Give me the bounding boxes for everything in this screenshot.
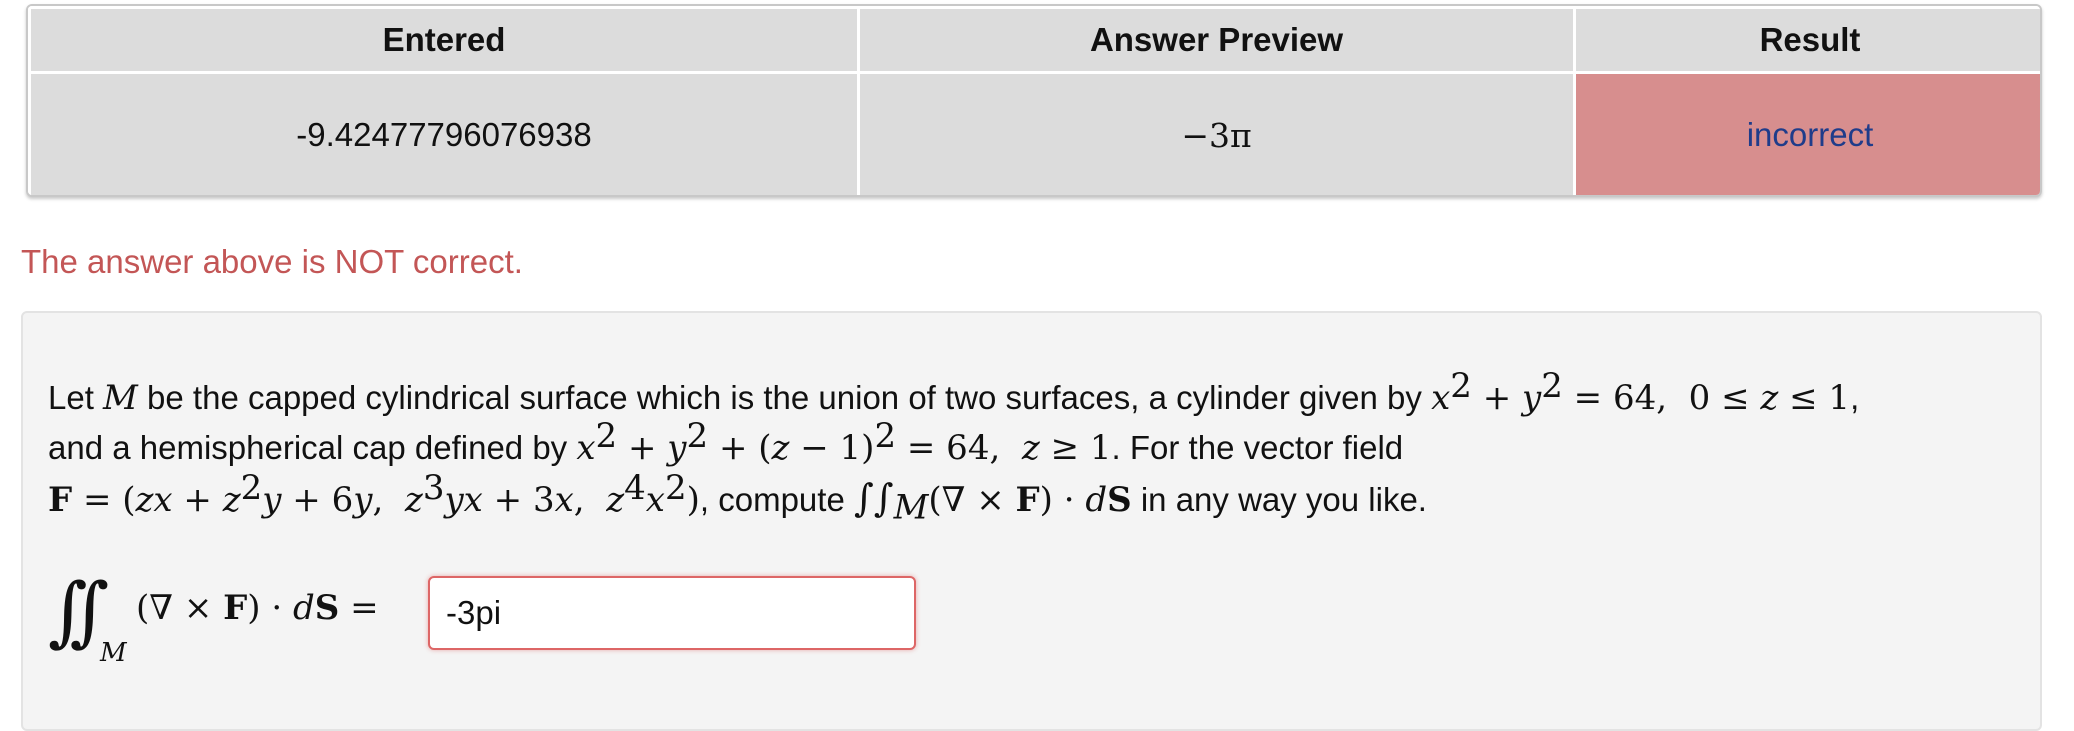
- result-status: incorrect: [1573, 71, 2040, 195]
- results-header-row: Entered Answer Preview Result: [28, 6, 2040, 74]
- problem-line-2: and a hemispherical cap defined by x2 + …: [48, 416, 1404, 468]
- flux-integral-inline: ∫∫M(∇ × F) · dS: [853, 476, 1132, 528]
- entered-value: -9.42477796076938: [28, 71, 860, 195]
- problem-text: Let M be the capped cylindrical surface …: [48, 366, 2028, 528]
- results-row: -9.42477796076938 −3π incorrect: [28, 71, 2040, 195]
- answer-preview-value: −3π: [857, 71, 1576, 195]
- cap-equation: x2 + y2 + (z − 1)2 = 64, z ≥ 1: [576, 416, 1112, 468]
- results-table: Entered Answer Preview Result -9.4247779…: [28, 6, 2040, 195]
- double-integral-symbol: ∫∫: [48, 566, 109, 655]
- answer-input[interactable]: [428, 576, 916, 650]
- vector-field-formula: F = (zx + z2y + 6y, z3yx + 3x, z4x2): [48, 468, 700, 520]
- results-table-container: Entered Answer Preview Result -9.4247779…: [26, 4, 2042, 197]
- feedback-message: The answer above is NOT correct.: [21, 243, 523, 280]
- header-result: Result: [1573, 6, 2040, 74]
- cylinder-equation: x2 + y2 = 64, 0 ≤ z ≤ 1: [1431, 366, 1851, 418]
- problem-line-1: Let M be the capped cylindrical surface …: [48, 366, 1860, 418]
- surface-symbol: M: [103, 378, 138, 418]
- problem-line-3: F = (zx + z2y + 6y, z3yx + 3x, z4x2), co…: [48, 468, 1427, 528]
- header-answer-preview: Answer Preview: [857, 6, 1576, 74]
- problem-box: Let M be the capped cylindrical surface …: [21, 311, 2042, 731]
- header-entered: Entered: [28, 6, 860, 74]
